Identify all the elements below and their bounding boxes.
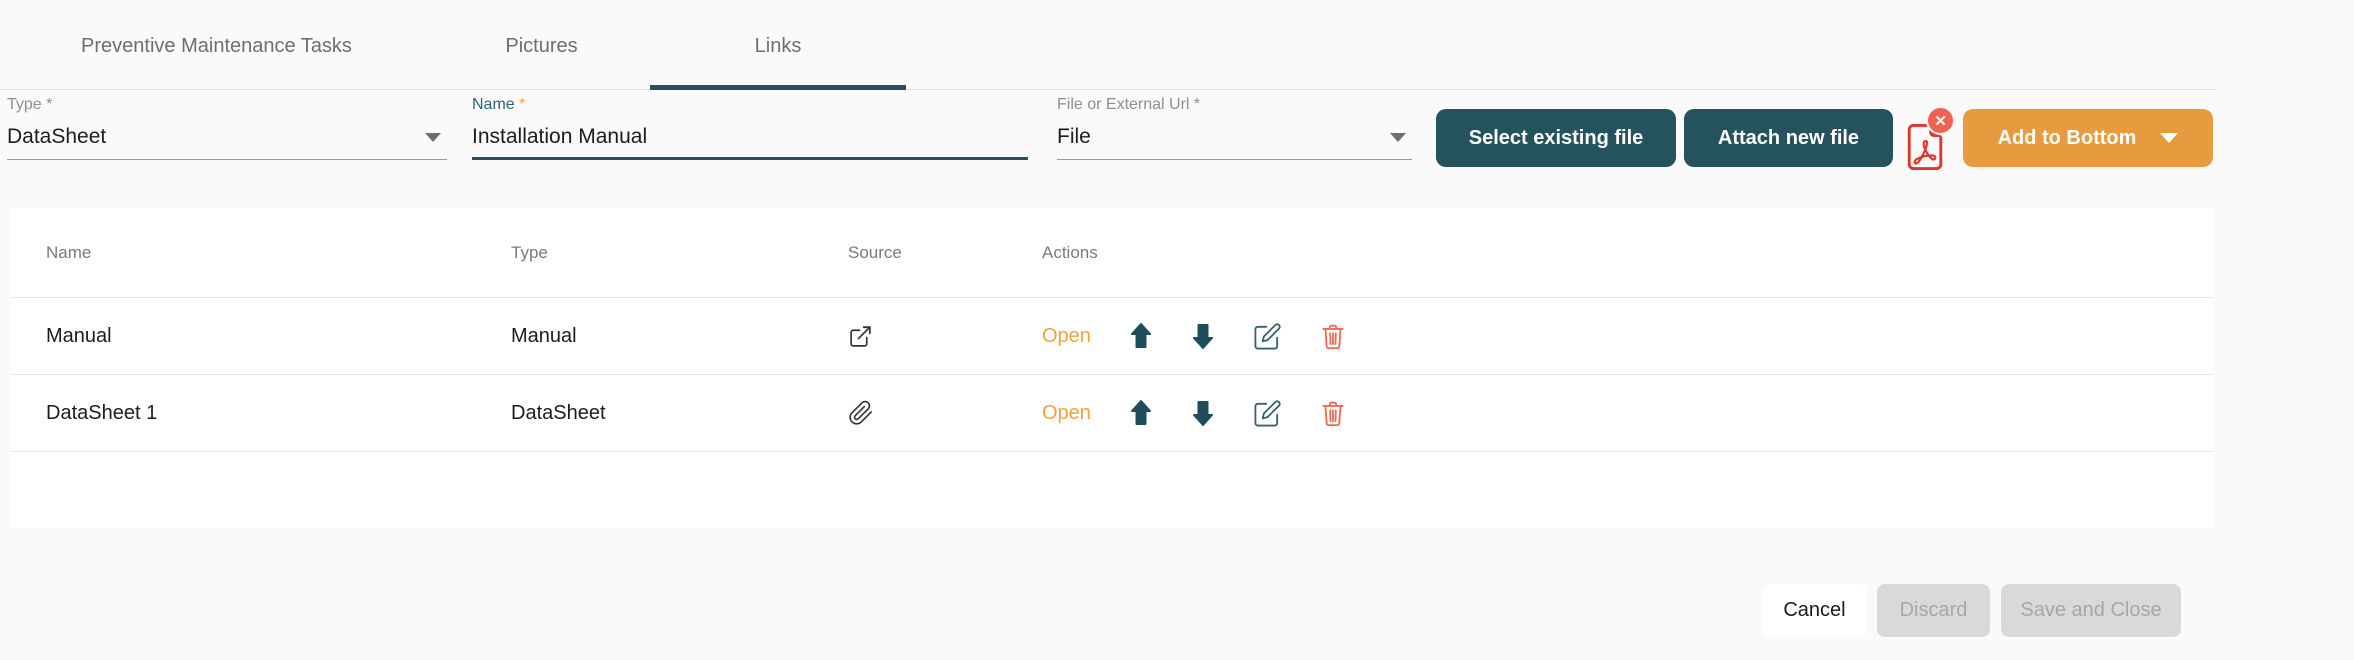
tab-label: Preventive Maintenance Tasks — [81, 35, 352, 58]
arrow-up-icon — [1129, 322, 1153, 350]
name-input-field[interactable]: Name * — [472, 95, 1028, 160]
close-icon: ✕ — [1934, 112, 1947, 130]
tab-pictures[interactable]: Pictures — [433, 0, 650, 89]
move-down-button[interactable] — [1191, 322, 1215, 350]
open-link[interactable]: Open — [1042, 402, 1091, 425]
button-label: Save and Close — [2020, 599, 2161, 622]
column-header-name: Name — [10, 243, 511, 263]
name-label: Name — [472, 96, 515, 113]
open-link[interactable]: Open — [1042, 325, 1091, 348]
type-select[interactable]: DataSheet — [7, 124, 447, 160]
column-header-type: Type — [511, 243, 848, 263]
delete-button[interactable] — [1320, 399, 1346, 428]
tab-preventive-maintenance-tasks[interactable]: Preventive Maintenance Tasks — [0, 0, 433, 89]
arrow-down-icon — [1191, 322, 1215, 350]
column-header-source: Source — [848, 243, 1042, 263]
tab-label: Pictures — [505, 35, 577, 58]
table-header-row: Name Type Source Actions — [10, 208, 2214, 298]
row-type: Manual — [511, 325, 848, 348]
save-and-close-button[interactable]: Save and Close — [2001, 584, 2181, 637]
discard-button[interactable]: Discard — [1877, 584, 1990, 637]
cancel-button[interactable]: Cancel — [1762, 584, 1867, 637]
edit-icon — [1253, 322, 1282, 351]
arrow-down-icon — [1191, 399, 1215, 427]
file-or-url-value: File — [1057, 124, 1091, 150]
move-up-button[interactable] — [1129, 399, 1153, 427]
table-row: DataSheet 1 DataSheet Open — [10, 375, 2214, 452]
tab-bar: Preventive Maintenance Tasks Pictures Li… — [0, 0, 2216, 90]
file-or-url-select[interactable]: File — [1057, 124, 1412, 160]
row-type: DataSheet — [511, 402, 848, 425]
move-down-button[interactable] — [1191, 399, 1215, 427]
remove-attachment-badge[interactable]: ✕ — [1926, 106, 1955, 135]
arrow-up-icon — [1129, 399, 1153, 427]
button-label: Attach new file — [1718, 127, 1859, 150]
trash-icon — [1320, 322, 1346, 351]
chevron-down-icon — [1390, 133, 1406, 142]
select-existing-file-button[interactable]: Select existing file — [1436, 109, 1676, 167]
attached-pdf-file[interactable]: ✕ — [1902, 119, 1948, 175]
button-label: Discard — [1900, 599, 1968, 622]
column-header-actions: Actions — [1042, 243, 1098, 263]
links-editor-page: Preventive Maintenance Tasks Pictures Li… — [0, 0, 2354, 660]
tab-label: Links — [755, 35, 802, 58]
table-row: Manual Manual Open — [10, 298, 2214, 375]
row-name: Manual — [10, 325, 511, 348]
edit-button[interactable] — [1253, 399, 1282, 428]
edit-icon — [1253, 399, 1282, 428]
external-link-icon — [848, 324, 873, 349]
button-label: Select existing file — [1469, 127, 1644, 150]
links-table: Name Type Source Actions Manual Manual O… — [10, 208, 2214, 528]
button-label: Add to Bottom — [1998, 127, 2137, 150]
attach-new-file-button[interactable]: Attach new file — [1684, 109, 1893, 167]
button-label: Cancel — [1783, 599, 1845, 622]
chevron-down-icon — [425, 133, 441, 142]
add-to-bottom-button[interactable]: Add to Bottom — [1963, 109, 2213, 167]
file-or-url-label: File or External Url * — [1057, 95, 1412, 115]
name-input[interactable] — [472, 124, 1028, 150]
tab-links[interactable]: Links — [650, 0, 906, 89]
move-up-button[interactable] — [1129, 322, 1153, 350]
row-name: DataSheet 1 — [10, 402, 511, 425]
edit-button[interactable] — [1253, 322, 1282, 351]
delete-button[interactable] — [1320, 322, 1346, 351]
chevron-down-icon — [2160, 133, 2178, 143]
paperclip-icon — [848, 400, 874, 426]
type-label: Type * — [7, 95, 447, 115]
trash-icon — [1320, 399, 1346, 428]
type-select-field[interactable]: Type * DataSheet — [7, 95, 447, 160]
type-value: DataSheet — [7, 124, 106, 150]
file-or-url-select-field[interactable]: File or External Url * File — [1057, 95, 1412, 160]
